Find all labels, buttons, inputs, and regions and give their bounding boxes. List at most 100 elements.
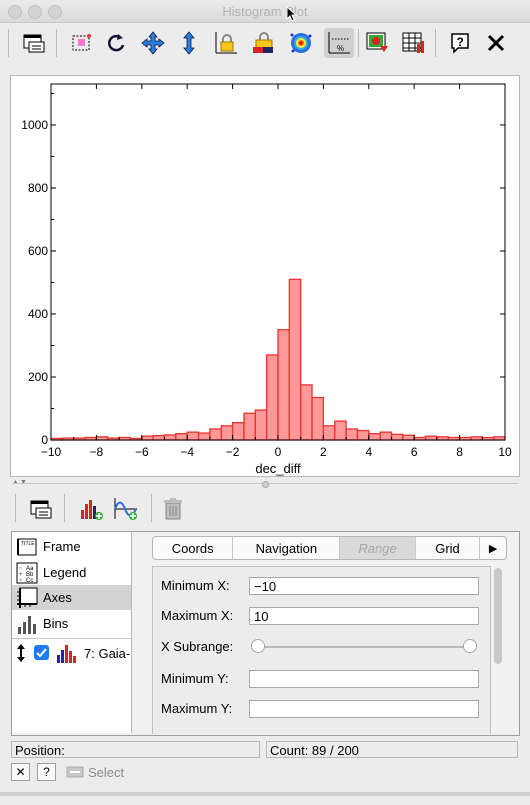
- axes-icon: [17, 587, 38, 608]
- histogram-bar: [402, 434, 415, 441]
- close-icon[interactable]: [481, 28, 511, 58]
- vertical-zoom-icon[interactable]: [174, 28, 204, 58]
- histogram-bar: [243, 412, 256, 441]
- plot-toolbar: % ?: [8, 26, 522, 60]
- add-histogram-icon[interactable]: [76, 494, 106, 524]
- mouse-cursor-icon: [286, 6, 297, 22]
- sidebar-item-label: Bins: [43, 616, 69, 631]
- tab-grid[interactable]: Grid: [416, 537, 481, 559]
- histogram-bar: [265, 354, 279, 441]
- x-tick-label: 8: [456, 445, 463, 459]
- histogram-bar: [231, 422, 245, 441]
- bins-icon: [18, 616, 36, 634]
- sidebar-item-legend[interactable]: ○ Aa + Bb × Cc Legend: [12, 560, 131, 585]
- min-y-input[interactable]: [249, 670, 479, 688]
- x-tick-label: 4: [365, 445, 372, 459]
- x-tick-label: 10: [498, 445, 512, 459]
- x-subrange-label: X Subrange:: [161, 639, 234, 654]
- histogram-bar: [300, 384, 313, 441]
- svg-text:Cc: Cc: [26, 578, 33, 584]
- weights-icon[interactable]: %: [324, 28, 354, 58]
- config-tabs: Coords Navigation Range Grid ▶: [152, 536, 507, 560]
- select-label: Select: [88, 764, 125, 780]
- histogram-chart[interactable]: −10 −8 −6 −4 −2 0 2 4 6 8 10 0 200 400 600 800 1000 dec_d…: [11, 76, 519, 476]
- config-panel: TITLE Frame ○ Aa + Bb × Cc Legend Axes Bins 7…: [11, 531, 520, 736]
- y-tick-label: 1000: [21, 118, 48, 132]
- sidebar-item-frame[interactable]: TITLE Frame: [12, 534, 131, 559]
- layer-item[interactable]: 7: Gaia-: [12, 640, 131, 666]
- toolbar-separator: [15, 494, 16, 522]
- x-subrange-max-handle[interactable]: [463, 639, 477, 653]
- multi-lock-icon[interactable]: [248, 28, 278, 58]
- table-export-icon[interactable]: [399, 28, 429, 58]
- pan-icon[interactable]: [138, 28, 168, 58]
- tab-range[interactable]: Range: [340, 537, 416, 559]
- toolbar-separator: [435, 29, 436, 57]
- window-icon[interactable]: [19, 28, 49, 58]
- max-x-input[interactable]: 10: [249, 607, 479, 625]
- histogram-bar: [345, 428, 359, 441]
- x-subrange-track[interactable]: [259, 646, 471, 648]
- x-tick-label: −8: [90, 445, 104, 459]
- window-title: Histogram Plot: [222, 4, 308, 19]
- y-tick-label: 600: [28, 244, 48, 258]
- histogram-bar: [197, 432, 211, 441]
- frame-icon: TITLE: [17, 538, 37, 556]
- count-status: Count: 89 / 200: [266, 741, 518, 758]
- delete-icon[interactable]: [158, 494, 188, 524]
- histogram-bar: [288, 278, 302, 441]
- histogram-bar: [220, 425, 234, 441]
- sidebar-item-bins[interactable]: Bins: [12, 611, 131, 636]
- histogram-bar: [379, 431, 393, 441]
- sidebar-divider: [12, 638, 131, 639]
- sidebar-item-label: Axes: [43, 590, 72, 605]
- x-tick-label: 2: [320, 445, 327, 459]
- max-x-label: Maximum X:: [161, 608, 234, 623]
- histogram-bar: [152, 434, 166, 441]
- min-y-label: Minimum Y:: [161, 671, 229, 686]
- histogram-bar: [277, 329, 291, 441]
- checkmark-icon: [36, 648, 47, 658]
- histogram-bar: [368, 433, 381, 441]
- legend-icon: ○ Aa+ Bb× Cc: [16, 562, 38, 584]
- zoom-box-icon[interactable]: [67, 28, 97, 58]
- min-x-label: Minimum X:: [161, 578, 230, 593]
- x-tick-label: −6: [135, 445, 149, 459]
- x-subrange-min-handle[interactable]: [251, 639, 265, 653]
- add-function-icon[interactable]: [111, 494, 141, 524]
- help-icon[interactable]: ?: [445, 28, 475, 58]
- histogram-bar: [424, 435, 438, 441]
- x-tick-label: −4: [180, 445, 194, 459]
- tabs-more-icon[interactable]: ▶: [480, 537, 506, 559]
- export-image-icon[interactable]: [362, 28, 392, 58]
- min-x-input[interactable]: −10: [249, 577, 479, 595]
- position-status: Position:: [11, 741, 260, 758]
- replot-icon[interactable]: [101, 28, 131, 58]
- clear-selection-button[interactable]: ✕: [11, 763, 30, 781]
- tab-navigation[interactable]: Navigation: [233, 537, 341, 559]
- form-scrollbar[interactable]: [494, 568, 502, 664]
- max-y-input[interactable]: [249, 700, 479, 718]
- sidebar-item-axes[interactable]: Axes: [12, 585, 131, 610]
- histogram-bar: [390, 433, 404, 441]
- lock-icon[interactable]: [211, 28, 241, 58]
- sidebar-item-label: Frame: [43, 539, 81, 554]
- histogram-bar: [334, 420, 347, 441]
- histogram-layer-icon: [57, 645, 76, 663]
- svg-text:TITLE: TITLE: [21, 541, 35, 547]
- sidebar-item-label: Legend: [43, 565, 87, 580]
- window-icon[interactable]: [26, 494, 56, 524]
- layer-label: 7: Gaia-: [84, 646, 131, 661]
- layer-checkbox[interactable]: [34, 645, 49, 660]
- histogram-bar: [311, 396, 325, 441]
- density-icon[interactable]: [286, 28, 316, 58]
- x-axis-label: dec_diff: [255, 461, 301, 476]
- histogram-bar: [209, 428, 222, 441]
- y-tick-label: 0: [41, 433, 48, 447]
- select-control[interactable]: Select: [66, 764, 124, 780]
- drag-handle-icon[interactable]: [16, 643, 26, 663]
- split-grip-icon[interactable]: [262, 481, 269, 488]
- help-button[interactable]: ?: [37, 763, 56, 781]
- tab-coords[interactable]: Coords: [153, 537, 234, 559]
- histogram-bar: [356, 429, 370, 441]
